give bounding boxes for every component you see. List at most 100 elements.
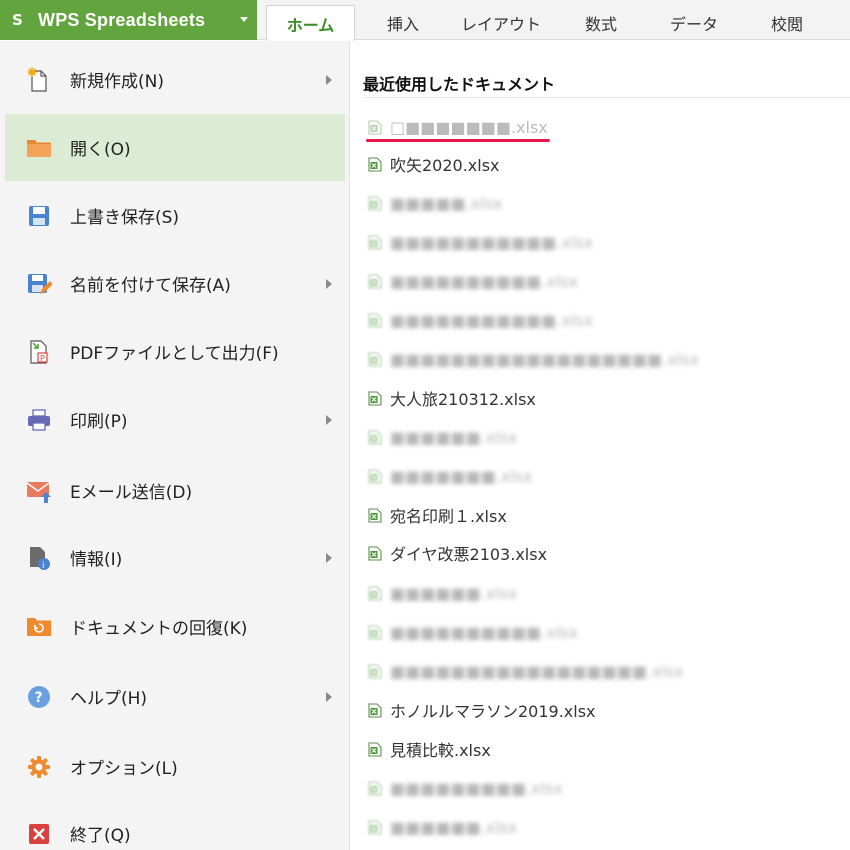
recent-file-item[interactable]: ホノルルマラソン2019.xlsx [368, 698, 596, 722]
menu-item-label: 名前を付けて保存(A) [70, 276, 231, 296]
menu-item-label: 終了(Q) [70, 826, 131, 846]
recent-file-item[interactable]: ■■■■■■■■■■.xlsx [368, 620, 578, 644]
recent-file-name: ダイヤ改悪2103.xlsx [390, 545, 548, 564]
recent-file-item[interactable]: 見積比較.xlsx [368, 737, 491, 761]
spreadsheet-file-icon [368, 468, 382, 484]
spreadsheet-file-icon [368, 624, 382, 640]
recent-file-name: ■■■■■■■■■■■■■■■■■■.xlsx [390, 349, 699, 369]
spreadsheet-file-icon [368, 585, 382, 601]
menu-item-save[interactable]: 上書き保存(S) [5, 182, 345, 249]
menu-item-label: オプション(L) [70, 759, 178, 779]
recent-file-item[interactable]: ■■■■■■.xlsx [368, 815, 518, 839]
recent-file-item[interactable]: 大人旅210312.xlsx [368, 386, 536, 410]
spreadsheet-file-icon [368, 702, 382, 718]
menu-item-label: ドキュメントの回復(K) [70, 619, 248, 639]
recent-file-item[interactable]: ■■■■■■.xlsx [368, 425, 518, 449]
menu-item-save-as[interactable]: 名前を付けて保存(A) [5, 250, 345, 317]
tab-home[interactable]: ホーム [266, 5, 355, 41]
menu-item-label: 情報(I) [70, 550, 123, 570]
menu-item-label: 開く(O) [70, 140, 131, 160]
menu-item-options[interactable]: オプション(L) [5, 733, 345, 800]
spreadsheet-file-icon [368, 429, 382, 445]
spreadsheet-file-icon [368, 780, 382, 796]
spreadsheet-file-icon [368, 273, 382, 289]
menu-item-print[interactable]: 印刷(P) [5, 386, 345, 453]
spreadsheet-file-icon [368, 195, 382, 211]
recent-file-name: 大人旅210312.xlsx [390, 390, 536, 409]
spreadsheet-file-icon [368, 741, 382, 757]
tab-formulas[interactable]: 数式 [564, 6, 638, 40]
recent-file-name: ■■■■■■.xlsx [390, 583, 518, 603]
chevron-right-icon [326, 414, 332, 425]
spreadsheet-file-icon [368, 819, 382, 835]
recent-file-name: ■■■■■.xlsx [390, 193, 503, 213]
recent-file-item[interactable]: ■■■■■■■■■■■.xlsx [368, 308, 593, 332]
menu-item-label: Eメール送信(D) [70, 483, 193, 503]
new-document-icon [26, 66, 52, 93]
recent-file-name: 吹矢2020.xlsx [390, 156, 500, 175]
svg-text:P: P [40, 354, 45, 363]
recent-file-name: ■■■■■■.xlsx [390, 817, 518, 837]
menu-item-open[interactable]: 開く(O) [5, 114, 345, 181]
menu-item-label: 上書き保存(S) [70, 208, 180, 228]
tab-insert[interactable]: 挿入 [365, 6, 441, 40]
recent-file-name: ■■■■■■■■■■.xlsx [390, 271, 578, 291]
recent-file-name: ■■■■■■.xlsx [390, 427, 518, 447]
spreadsheet-file-icon [368, 390, 382, 406]
folder-open-icon [26, 135, 52, 161]
recent-file-item[interactable]: ダイヤ改悪2103.xlsx [368, 541, 547, 565]
app-logo-icon: S [12, 11, 23, 29]
tab-review[interactable]: 校閲 [748, 6, 826, 40]
recent-file-name: □■■■■■■■.xlsx [390, 117, 548, 137]
svg-text:?: ? [35, 690, 43, 706]
spreadsheet-file-icon [368, 507, 382, 523]
help-icon: ? [26, 684, 52, 710]
spreadsheet-file-icon [368, 156, 382, 172]
recent-file-item[interactable]: 宛名印刷１.xlsx [368, 503, 507, 527]
chevron-right-icon [326, 74, 332, 85]
recent-file-name: ■■■■■■■■■■.xlsx [390, 622, 578, 642]
save-as-icon [26, 271, 52, 297]
recent-file-name: 宛名印刷１.xlsx [390, 507, 507, 526]
spreadsheet-file-icon [368, 234, 382, 250]
recent-file-item[interactable]: ■■■■■■■■■■■.xlsx [368, 230, 593, 254]
menu-item-label: 印刷(P) [70, 412, 128, 432]
menu-item-label: 新規作成(N) [70, 72, 164, 92]
recent-file-item[interactable]: ■■■■■■■■■■■■■■■■■■.xlsx [368, 347, 699, 371]
recent-file-name: ■■■■■■■.xlsx [390, 466, 533, 486]
gear-icon [26, 754, 52, 780]
chevron-right-icon [326, 552, 332, 563]
recent-file-item[interactable]: ■■■■■■■.xlsx [368, 464, 533, 488]
spreadsheet-file-icon [368, 663, 382, 679]
menu-item-help[interactable]: ? ヘルプ(H) [5, 663, 345, 730]
menu-item-export-pdf[interactable]: P PDFファイルとして出力(F) [5, 318, 345, 385]
recent-file-item[interactable]: □■■■■■■■.xlsx [368, 115, 548, 139]
recent-documents-panel: 最近使用したドキュメント □■■■■■■■.xlsx 吹矢2020.xlsx ■■■… [350, 41, 850, 850]
tab-layout[interactable]: レイアウト [450, 6, 552, 40]
recent-file-item[interactable]: ■■■■■.xlsx [368, 191, 502, 215]
recent-file-item[interactable]: ■■■■■■■■■■.xlsx [368, 269, 578, 293]
file-menu: 新規作成(N) 開く(O) 上書き保存(S) 名前を付けて保存(A) P PDF… [0, 41, 350, 850]
chevron-right-icon [326, 691, 332, 702]
recent-file-item[interactable]: ■■■■■■■■■■■■■■■■■.xlsx [368, 659, 684, 683]
app-menu-button[interactable]: S WPS Spreadsheets [0, 0, 257, 40]
recent-file-item[interactable]: ■■■■■■.xlsx [368, 581, 518, 605]
annotation-underline [366, 139, 550, 142]
pdf-export-icon: P [26, 339, 52, 365]
recent-file-name: 見積比較.xlsx [390, 741, 491, 760]
recent-file-name: ホノルルマラソン2019.xlsx [390, 702, 596, 721]
menu-item-exit[interactable]: 終了(Q) [5, 800, 345, 850]
tab-data[interactable]: データ [654, 6, 734, 40]
recent-documents-heading: 最近使用したドキュメント [363, 75, 556, 94]
email-icon [26, 478, 52, 504]
recent-file-name: ■■■■■■■■■■■.xlsx [390, 310, 594, 330]
menu-item-info[interactable]: i 情報(I) [5, 524, 345, 591]
menu-item-email[interactable]: Eメール送信(D) [5, 457, 345, 524]
recent-file-item[interactable]: 吹矢2020.xlsx [368, 152, 500, 176]
spreadsheet-file-icon [368, 312, 382, 328]
menu-item-new[interactable]: 新規作成(N) [5, 46, 345, 113]
recent-file-item[interactable]: ■■■■■■■■■.xlsx [368, 776, 563, 800]
menu-item-recover[interactable]: ドキュメントの回復(K) [5, 593, 345, 660]
recent-file-name: ■■■■■■■■■■■.xlsx [390, 232, 594, 252]
spreadsheet-file-icon [368, 351, 382, 367]
